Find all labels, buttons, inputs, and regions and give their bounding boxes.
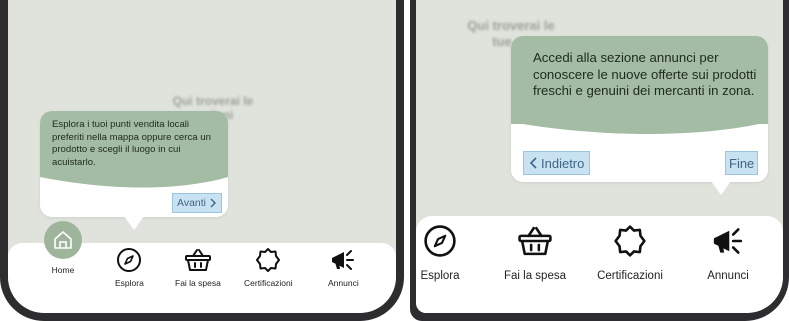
next-button[interactable]: Avanti <box>172 193 222 213</box>
nav-shopping-label: Fai la spesa <box>503 270 566 282</box>
nav-certifications-label: Certificazioni <box>597 270 663 282</box>
nav-home-label: Home <box>51 265 75 275</box>
home-icon <box>54 231 72 249</box>
nav-ads[interactable]: Annunci <box>328 247 359 288</box>
tooltip-message: Accedi alla sezione annunci per conoscer… <box>533 50 757 98</box>
nav-ads-label: Annunci <box>328 278 359 288</box>
megaphone-icon <box>332 250 355 270</box>
basket-icon <box>518 226 552 256</box>
tooltip-pointer <box>124 216 144 230</box>
chevron-left-icon <box>529 157 537 169</box>
screen-left: Qui troverai lesezioni Esplora i tuoi pu… <box>8 0 396 313</box>
badge-icon <box>614 225 646 257</box>
nav-certifications-label: Certificazioni <box>244 278 293 288</box>
phone-frame-left: Qui troverai lesezioni Esplora i tuoi pu… <box>0 0 404 321</box>
finish-button[interactable]: Fine <box>725 151 759 175</box>
megaphone-icon <box>713 228 743 254</box>
nav-ads-label: Annunci <box>707 270 749 282</box>
screen-right: Qui troverai le tue ce Accedi alla sezion… <box>416 0 783 313</box>
tooltip-pointer <box>711 181 731 195</box>
nav-home[interactable]: Home <box>44 221 82 275</box>
phone-frame-right: Qui troverai le tue ce Accedi alla sezion… <box>410 0 789 321</box>
nav-shopping[interactable]: Fai la spesa <box>175 247 221 288</box>
compass-icon <box>424 225 456 257</box>
nav-explore[interactable]: Esplora <box>115 247 144 288</box>
nav-certifications[interactable]: Certificazioni <box>244 247 293 288</box>
nav-shopping-label: Fai la spesa <box>175 278 221 288</box>
nav-ads[interactable]: Annunci <box>698 224 758 282</box>
finish-button-label: Fine <box>729 155 755 171</box>
bottom-nav: Home Esplora Fai la spesa Certificazioni… <box>8 221 396 313</box>
onboarding-tooltip: Esplora i tuoi punti vendita locali pref… <box>40 111 228 230</box>
nav-explore-label: Esplora <box>420 270 460 282</box>
chevron-right-icon <box>210 198 216 208</box>
back-button-label: Indietro <box>541 155 585 171</box>
onboarding-tooltip: Accedi alla sezione annunci per conoscer… <box>511 36 768 195</box>
compass-icon <box>117 248 142 272</box>
tooltip-message: Esplora i tuoi punti vendita locali pref… <box>52 119 211 168</box>
nav-certifications[interactable]: Certificazioni <box>590 224 670 282</box>
home-button-circle <box>44 221 82 259</box>
bottom-nav: Esplora Fai la spesa Certificazioni Annu… <box>416 216 783 313</box>
nav-shopping[interactable]: Fai la spesa <box>500 224 570 282</box>
nav-explore-label: Esplora <box>115 278 144 288</box>
back-button[interactable]: Indietro <box>523 151 591 175</box>
basket-icon <box>184 249 211 271</box>
badge-icon <box>256 248 281 272</box>
nav-explore[interactable]: Esplora <box>416 224 464 282</box>
next-button-label: Avanti <box>177 197 206 209</box>
